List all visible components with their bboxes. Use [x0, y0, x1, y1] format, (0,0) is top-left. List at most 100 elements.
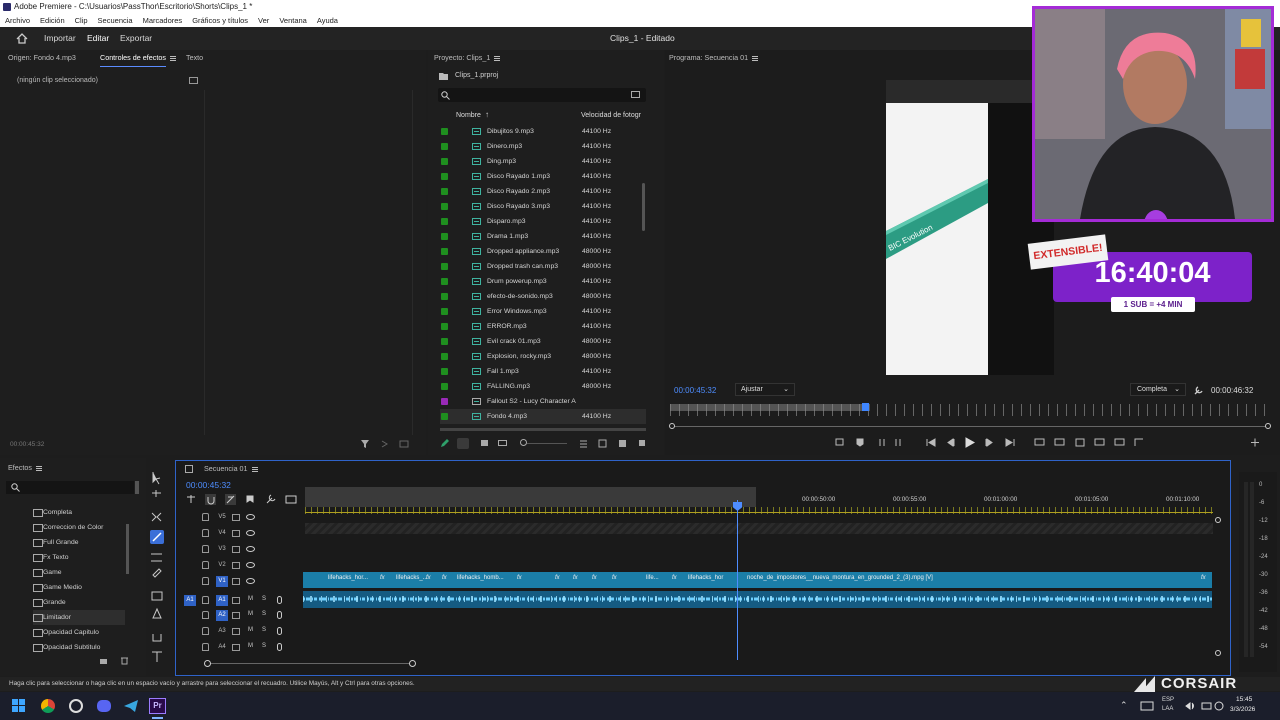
- telegram-icon[interactable]: [124, 700, 138, 712]
- new-bin-icon[interactable]: [631, 91, 640, 98]
- solo-button[interactable]: S: [262, 627, 266, 633]
- track-target[interactable]: V3: [216, 544, 228, 555]
- effect-preset-item[interactable]: Opacidad Capitulo: [33, 625, 99, 640]
- tab-importar[interactable]: Importar: [44, 33, 76, 43]
- project-hscrollbar[interactable]: [440, 428, 646, 431]
- project-item[interactable]: Dropped appliance.mp3 48000 Hz: [440, 244, 646, 259]
- project-item[interactable]: FALLING.mp3 48000 Hz: [440, 379, 646, 394]
- project-item[interactable]: ERROR.mp3 44100 Hz: [440, 319, 646, 334]
- home-icon[interactable]: [16, 33, 28, 44]
- fx-badge-icon[interactable]: fx: [426, 575, 431, 581]
- eye-icon[interactable]: [246, 546, 255, 552]
- fx-badge-icon[interactable]: fx: [592, 575, 597, 581]
- fx-badge-icon[interactable]: fx: [442, 575, 447, 581]
- label-color-swatch[interactable]: [441, 143, 448, 150]
- project-item[interactable]: Evil crack 01.mp3 48000 Hz: [440, 334, 646, 349]
- premiere-taskbar-icon[interactable]: Pr: [149, 698, 166, 714]
- track-target[interactable]: A4: [216, 642, 228, 653]
- menu-ver[interactable]: Ver: [258, 14, 269, 27]
- label-color-swatch[interactable]: [441, 203, 448, 210]
- wrench-icon[interactable]: [1194, 386, 1203, 395]
- fx-badge-icon[interactable]: fx: [573, 575, 578, 581]
- label-color-swatch[interactable]: [441, 263, 448, 270]
- lock-icon[interactable]: [202, 577, 209, 585]
- eye-icon[interactable]: [246, 530, 255, 536]
- fx-badge-icon[interactable]: fx: [612, 575, 617, 581]
- label-color-swatch[interactable]: [441, 323, 448, 330]
- zoom-slider-handle[interactable]: [520, 439, 527, 446]
- label-color-swatch[interactable]: [441, 368, 448, 375]
- mute-button[interactable]: M: [248, 627, 253, 633]
- track-target[interactable]: A3: [216, 626, 228, 637]
- menu-edicion[interactable]: Edición: [40, 14, 65, 27]
- scroll-handle-left[interactable]: [669, 423, 675, 429]
- menu-ventana[interactable]: Ventana: [279, 14, 307, 27]
- effect-preset-item[interactable]: Full Grande: [33, 535, 79, 550]
- panel-expand-icon[interactable]: [189, 77, 198, 84]
- fx-badge-icon[interactable]: fx: [555, 575, 560, 581]
- project-search-input[interactable]: [438, 88, 646, 102]
- menu-clip[interactable]: Clip: [75, 14, 88, 27]
- tab-effect-controls[interactable]: Controles de efectos: [100, 50, 166, 67]
- program-timecode[interactable]: 00:00:45:32: [674, 386, 716, 395]
- effects-scrollbar[interactable]: [126, 524, 129, 574]
- filter-icon[interactable]: [360, 439, 410, 449]
- sync-lock-icon[interactable]: [232, 530, 240, 537]
- audio-clip-a1[interactable]: [303, 591, 1212, 608]
- vscroll-handle-bottom[interactable]: [1215, 650, 1221, 656]
- label-color-swatch[interactable]: [441, 248, 448, 255]
- label-color-swatch[interactable]: [441, 128, 448, 135]
- openai-icon[interactable]: [69, 699, 83, 713]
- lock-icon[interactable]: [202, 596, 209, 604]
- track-target[interactable]: V5: [216, 512, 228, 523]
- effect-preset-item[interactable]: Correccion de Color: [33, 520, 103, 535]
- mute-button[interactable]: M: [248, 643, 253, 649]
- solo-button[interactable]: S: [262, 611, 266, 617]
- track-target[interactable]: A1: [216, 595, 228, 606]
- network-icon[interactable]: [1140, 700, 1154, 712]
- sync-lock-icon[interactable]: [232, 644, 240, 651]
- label-color-swatch[interactable]: [441, 173, 448, 180]
- sync-lock-icon[interactable]: [232, 578, 240, 585]
- mute-button[interactable]: M: [248, 611, 253, 617]
- tab-exportar[interactable]: Exportar: [120, 33, 152, 43]
- fx-badge-icon[interactable]: fx: [517, 575, 522, 581]
- track-target[interactable]: V4: [216, 528, 228, 539]
- sync-lock-icon[interactable]: [232, 514, 240, 521]
- effects-search-input[interactable]: [6, 481, 134, 494]
- microphone-icon[interactable]: [277, 627, 282, 635]
- fit-select[interactable]: Ajustar ⌄: [735, 383, 795, 396]
- project-item[interactable]: Fall 1.mp3 44100 Hz: [440, 364, 646, 379]
- label-color-swatch[interactable]: [441, 398, 448, 405]
- tab-source[interactable]: Origen: Fondo 4.mp3: [8, 50, 76, 66]
- sync-lock-icon[interactable]: [232, 562, 240, 569]
- fx-badge-icon[interactable]: fx: [1201, 575, 1206, 581]
- lock-icon[interactable]: [202, 561, 209, 569]
- program-scroll-track[interactable]: [670, 426, 1268, 427]
- solo-button[interactable]: S: [262, 643, 266, 649]
- vscroll-handle-top[interactable]: [1215, 517, 1221, 523]
- effect-preset-item[interactable]: Completa: [33, 505, 72, 520]
- project-item[interactable]: Disparo.mp3 44100 Hz: [440, 214, 646, 229]
- fx-badge-icon[interactable]: fx: [380, 575, 385, 581]
- list-view-icon[interactable]: [457, 438, 469, 449]
- fx-badge-icon[interactable]: fx: [672, 575, 677, 581]
- project-item[interactable]: Dropped trash can.mp3 48000 Hz: [440, 259, 646, 274]
- sequence-title[interactable]: Secuencia 01: [204, 464, 248, 473]
- label-color-swatch[interactable]: [441, 383, 448, 390]
- tab-editar[interactable]: Editar: [87, 33, 109, 43]
- project-item[interactable]: Dinero.mp3 44100 Hz: [440, 139, 646, 154]
- label-color-swatch[interactable]: [441, 338, 448, 345]
- icon-view-icon[interactable]: [481, 440, 488, 446]
- chevron-up-icon[interactable]: ⌃: [1120, 700, 1128, 711]
- label-color-swatch[interactable]: [441, 233, 448, 240]
- label-color-swatch[interactable]: [441, 413, 448, 420]
- quality-select[interactable]: Completa ⌄: [1130, 383, 1186, 396]
- track-target[interactable]: V2: [216, 560, 228, 571]
- sync-lock-icon[interactable]: [232, 628, 240, 635]
- menu-ayuda[interactable]: Ayuda: [317, 14, 338, 27]
- effect-preset-item[interactable]: Limitador: [33, 610, 125, 625]
- lock-icon[interactable]: [202, 643, 209, 651]
- freeform-view-icon[interactable]: [498, 440, 507, 446]
- project-item[interactable]: Explosion, rocky.mp3 48000 Hz: [440, 349, 646, 364]
